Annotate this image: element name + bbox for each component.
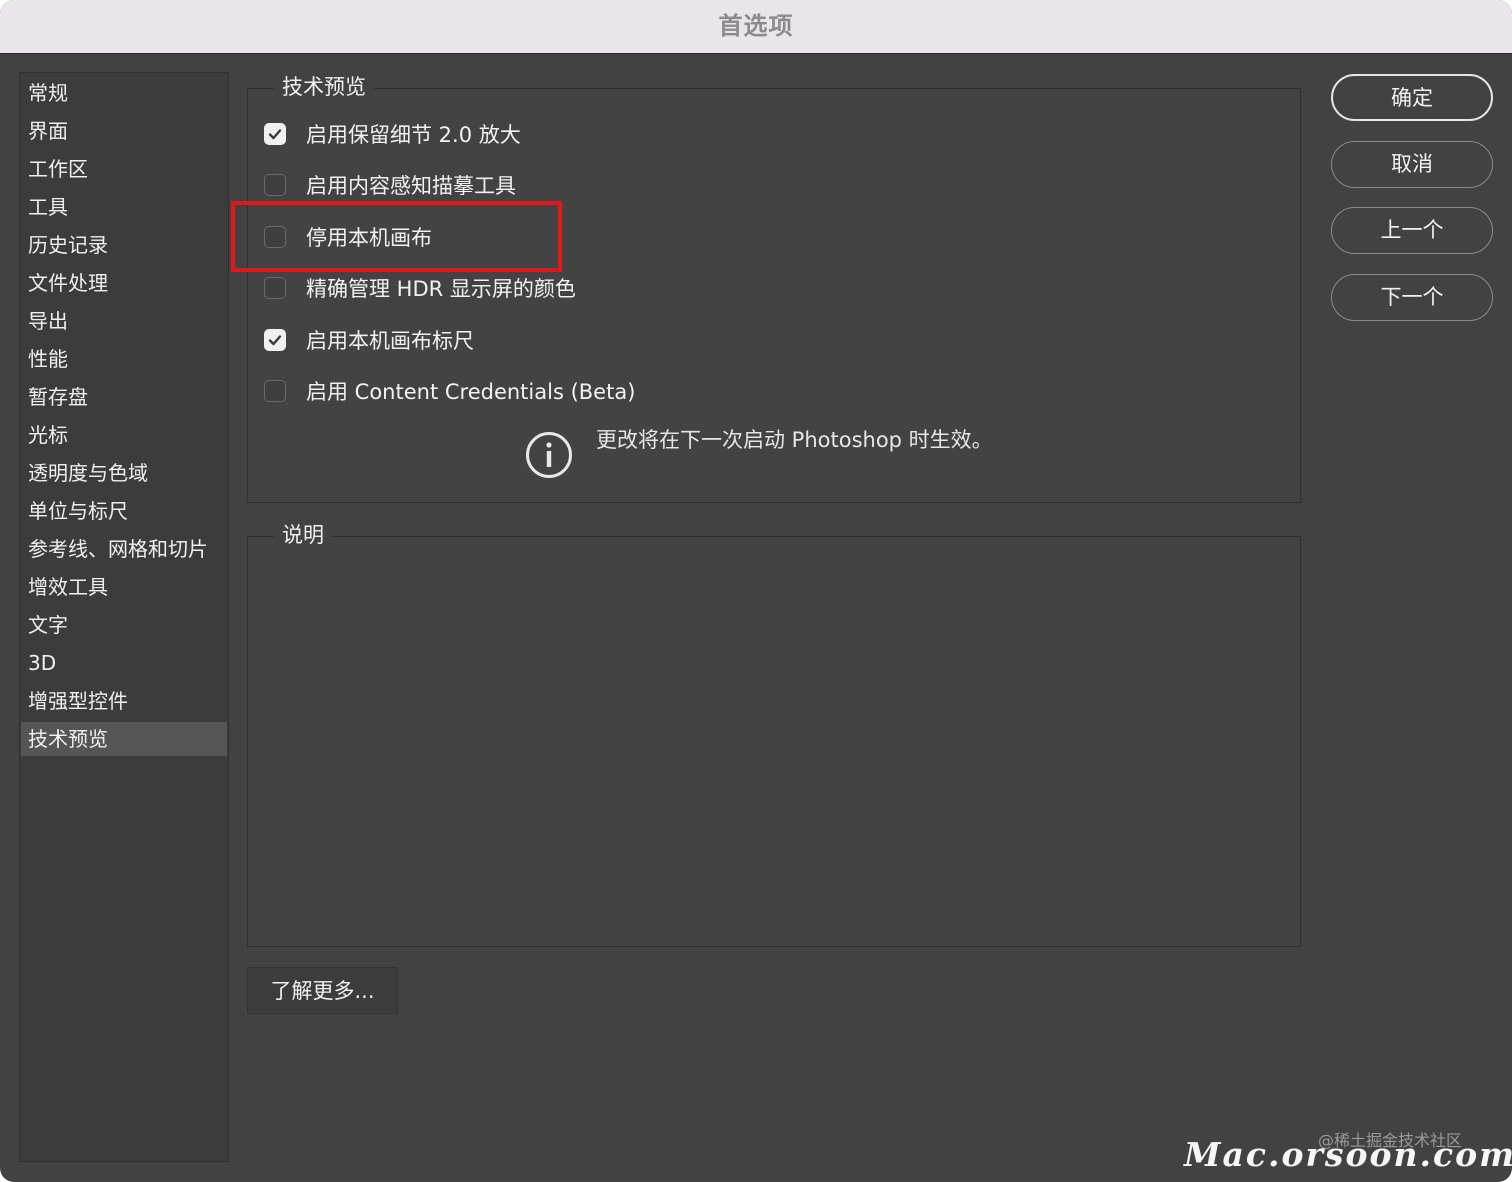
restart-notice: 更改将在下一次启动 Photoshop 时生效。 [596, 428, 993, 452]
sidebar-item-type[interactable]: 文字 [21, 608, 227, 642]
description-title: 说明 [274, 520, 332, 550]
sidebar-item-history[interactable]: 历史记录 [21, 228, 227, 262]
sidebar-item-units-rulers[interactable]: 单位与标尺 [21, 494, 227, 528]
sidebar-item-file-handling[interactable]: 文件处理 [21, 266, 227, 300]
red-highlight-box [231, 201, 562, 272]
ok-button[interactable]: 确定 [1331, 74, 1493, 121]
sidebar-item-tools[interactable]: 工具 [21, 190, 227, 224]
option-label: 启用保留细节 2.0 放大 [306, 123, 521, 147]
sidebar-item-scratch-disks[interactable]: 暂存盘 [21, 380, 227, 414]
option-label: 精确管理 HDR 显示屏的颜色 [306, 277, 576, 301]
checkbox-checked[interactable] [264, 123, 286, 145]
description-group [247, 536, 1301, 947]
sidebar-item-general[interactable]: 常规 [21, 76, 227, 110]
info-icon [526, 432, 572, 478]
cancel-button[interactable]: 取消 [1331, 141, 1493, 188]
sidebar-item-transparency[interactable]: 透明度与色域 [21, 456, 227, 490]
option-label: 启用 Content Credentials (Beta) [306, 380, 636, 404]
sidebar-item-technology-previews[interactable]: 技术预览 [21, 722, 227, 756]
next-button[interactable]: 下一个 [1331, 274, 1493, 321]
sidebar-item-3d[interactable]: 3D [21, 646, 227, 680]
checkbox-unchecked[interactable] [264, 174, 286, 196]
checkmark-icon [268, 335, 282, 346]
option-label: 启用本机画布标尺 [306, 329, 474, 353]
sidebar-item-enhanced-controls[interactable]: 增强型控件 [21, 684, 227, 718]
tech-preview-title: 技术预览 [274, 72, 374, 102]
learn-more-button[interactable]: 了解更多... [247, 967, 398, 1014]
window-title: 首选项 [0, 0, 1512, 54]
option-label: 启用内容感知描摹工具 [306, 174, 516, 198]
sidebar-item-workspace[interactable]: 工作区 [21, 152, 227, 186]
sidebar-item-performance[interactable]: 性能 [21, 342, 227, 376]
checkbox-unchecked[interactable] [264, 380, 286, 402]
sidebar-item-plugins[interactable]: 增效工具 [21, 570, 227, 604]
site-watermark: Mac.orsoon.com [1184, 1135, 1512, 1174]
sidebar-item-export[interactable]: 导出 [21, 304, 227, 338]
sidebar-item-interface[interactable]: 界面 [21, 114, 227, 148]
preferences-dialog: 首选项 常规 界面 工作区 工具 历史记录 文件处理 导出 性能 暂存盘 光标 … [0, 0, 1512, 1182]
sidebar-item-guides-grid[interactable]: 参考线、网格和切片 [21, 532, 227, 566]
checkbox-unchecked[interactable] [264, 277, 286, 299]
checkbox-checked[interactable] [264, 329, 286, 351]
checkmark-icon [268, 129, 282, 140]
sidebar-item-cursors[interactable]: 光标 [21, 418, 227, 452]
previous-button[interactable]: 上一个 [1331, 207, 1493, 254]
sidebar: 常规 界面 工作区 工具 历史记录 文件处理 导出 性能 暂存盘 光标 透明度与… [19, 72, 229, 1162]
